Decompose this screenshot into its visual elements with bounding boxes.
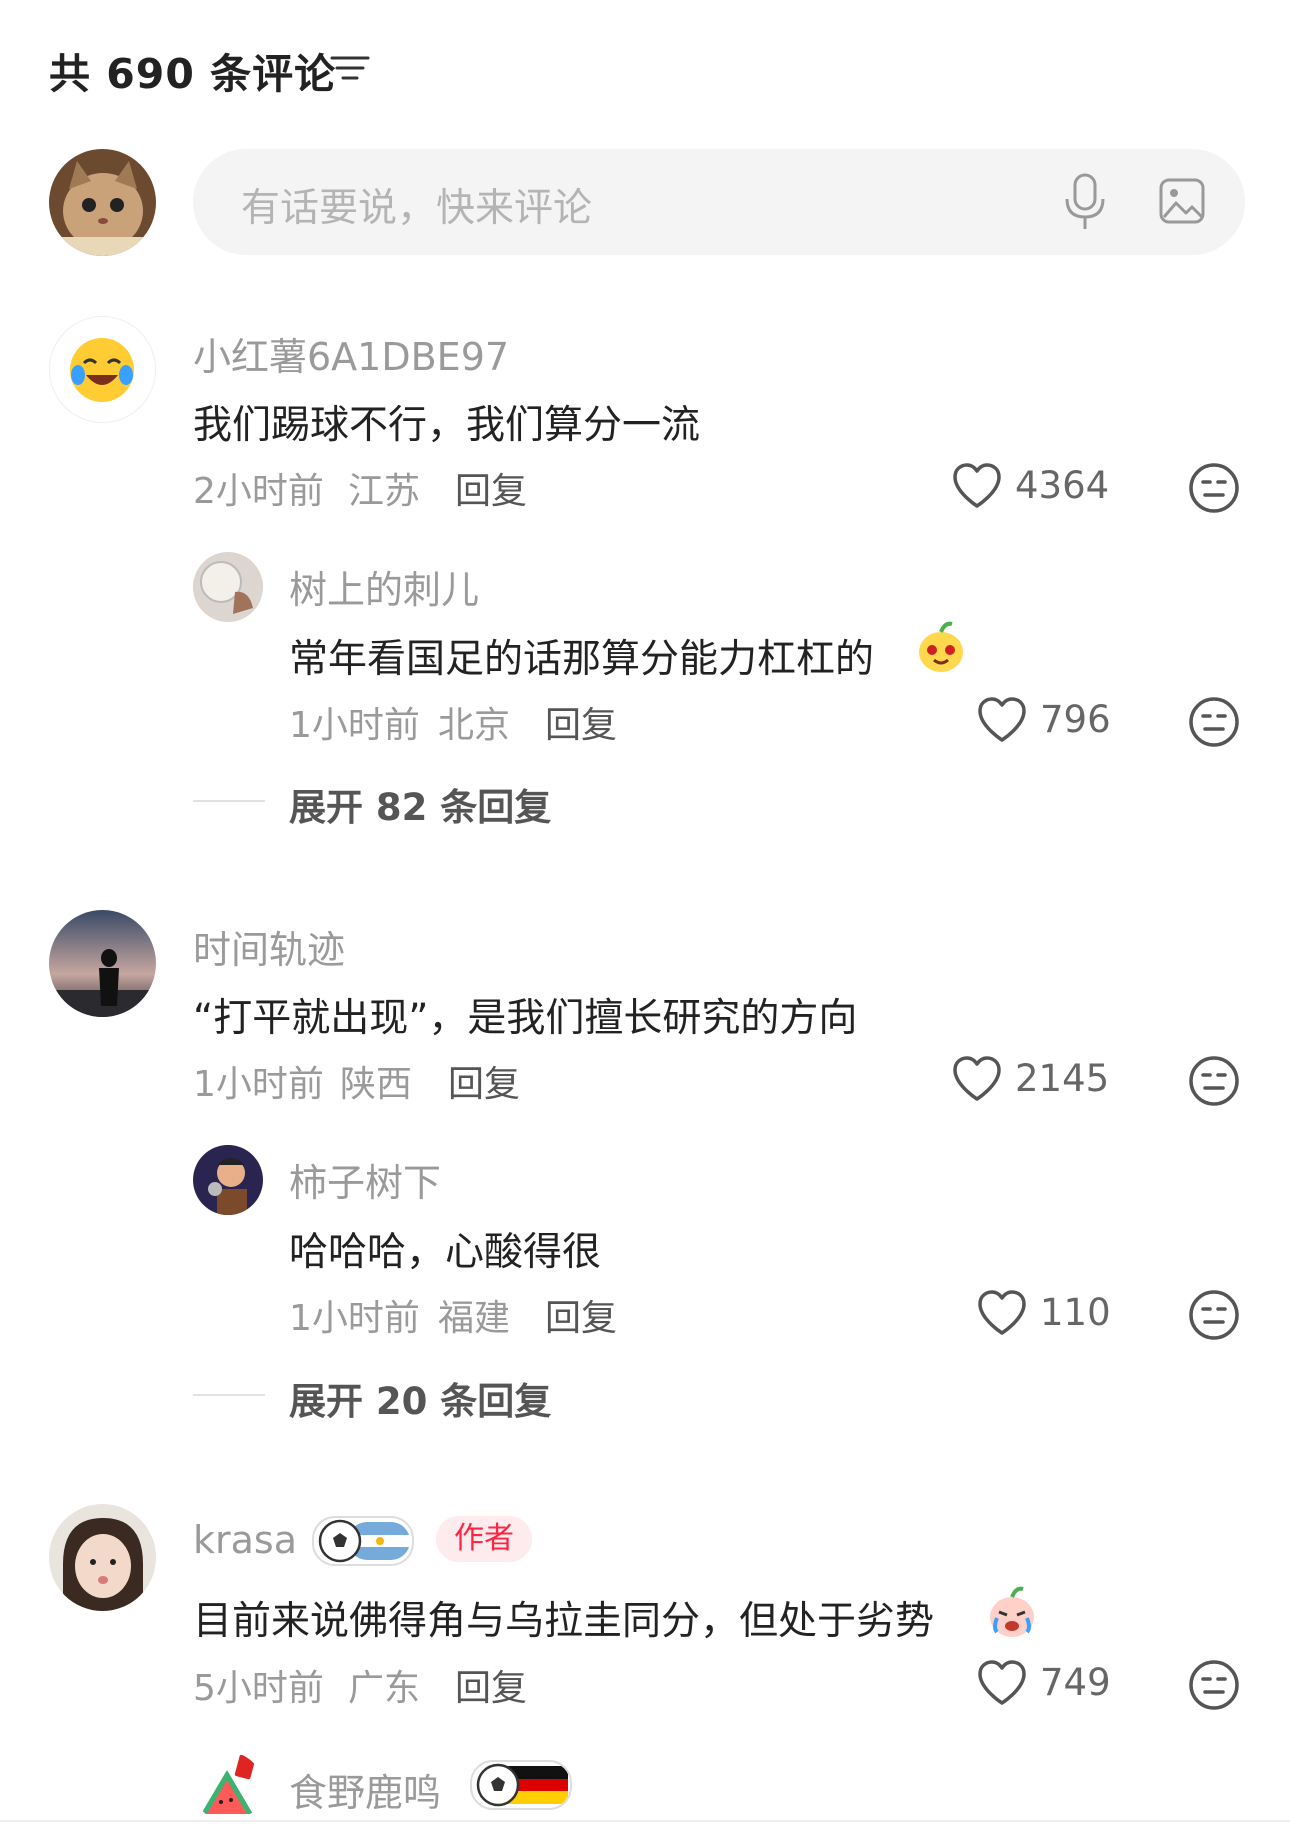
comment-author-name[interactable]: krasa bbox=[193, 1518, 297, 1562]
reply-author-name[interactable]: 树上的刺儿 bbox=[289, 559, 479, 614]
comment-text: 目前来说佛得角与乌拉圭同分，但处于劣势 bbox=[193, 1599, 935, 1644]
reply-time: 1小时前 bbox=[289, 1298, 420, 1339]
comment-author-name[interactable]: 时间轨迹 bbox=[193, 919, 345, 974]
dislike-face-icon[interactable] bbox=[1188, 462, 1240, 514]
reply-button[interactable]: 回复 bbox=[545, 696, 617, 748]
like-count: 2145 bbox=[1015, 1057, 1110, 1100]
comment-author-name[interactable]: 食野鹿鸣 bbox=[289, 1762, 441, 1817]
microphone-icon[interactable] bbox=[1063, 173, 1107, 231]
bottom-divider bbox=[0, 1820, 1290, 1822]
image-icon[interactable] bbox=[1158, 177, 1206, 225]
author-badge: 作者 bbox=[436, 1516, 532, 1562]
heart-icon[interactable] bbox=[976, 1659, 1028, 1707]
avatar[interactable] bbox=[193, 1752, 263, 1822]
like-count: 4364 bbox=[1015, 464, 1110, 507]
comment-time: 2小时前 bbox=[193, 471, 324, 512]
comment-time: 5小时前 bbox=[193, 1668, 324, 1709]
my-avatar[interactable] bbox=[49, 149, 156, 256]
dislike-face-icon[interactable] bbox=[1188, 1659, 1240, 1711]
reply-text: 常年看国足的话那算分能力杠杠的 bbox=[289, 637, 875, 682]
expand-replies-button[interactable]: 展开 82 条回复 bbox=[289, 777, 551, 831]
football-argentina-badge bbox=[312, 1516, 414, 1566]
reply-button[interactable]: 回复 bbox=[455, 1659, 527, 1711]
like-count: 110 bbox=[1040, 1291, 1111, 1334]
comment-location: 广东 bbox=[348, 1668, 421, 1709]
reply-button[interactable]: 回复 bbox=[448, 1055, 520, 1107]
comment-text: “打平就出现”，是我们擅长研究的方向 bbox=[193, 996, 858, 1041]
football-germany-badge bbox=[470, 1760, 572, 1810]
comment-text: 我们踢球不行，我们算分一流 bbox=[193, 403, 701, 448]
expand-divider bbox=[193, 800, 265, 802]
pear-emoji-icon bbox=[919, 621, 963, 672]
heart-icon[interactable] bbox=[976, 1289, 1028, 1337]
avatar[interactable] bbox=[49, 316, 156, 423]
comment-input[interactable]: 有话要说，快来评论 bbox=[193, 149, 1245, 255]
reply-button[interactable]: 回复 bbox=[455, 462, 527, 514]
like-count: 749 bbox=[1040, 1661, 1111, 1704]
reply-location: 福建 bbox=[438, 1298, 511, 1339]
reply-time: 1小时前 bbox=[289, 705, 420, 746]
reply-author-name[interactable]: 柿子树下 bbox=[289, 1152, 441, 1207]
comment-location: 江苏 bbox=[348, 471, 421, 512]
reply-button[interactable]: 回复 bbox=[545, 1289, 617, 1341]
crying-pear-emoji-icon bbox=[990, 1586, 1034, 1637]
comment-location: 陕西 bbox=[340, 1064, 413, 1105]
comment-author-name[interactable]: 小红薯6A1DBE97 bbox=[193, 326, 509, 381]
heart-icon[interactable] bbox=[976, 696, 1028, 744]
comments-count-title: 共 690 条评论 bbox=[49, 50, 337, 98]
avatar[interactable] bbox=[49, 910, 156, 1017]
reply-location: 北京 bbox=[438, 705, 511, 746]
comment-time: 1小时前 bbox=[193, 1064, 324, 1105]
expand-divider bbox=[193, 1394, 265, 1396]
like-count: 796 bbox=[1040, 698, 1111, 741]
avatar[interactable] bbox=[193, 552, 263, 622]
heart-icon[interactable] bbox=[951, 462, 1003, 510]
reply-text: 哈哈哈，心酸得很 bbox=[289, 1230, 602, 1275]
dislike-face-icon[interactable] bbox=[1188, 1055, 1240, 1107]
dislike-face-icon[interactable] bbox=[1188, 1289, 1240, 1341]
avatar[interactable] bbox=[193, 1145, 263, 1215]
comment-input-placeholder: 有话要说，快来评论 bbox=[241, 186, 593, 231]
dislike-face-icon[interactable] bbox=[1188, 696, 1240, 748]
expand-replies-button[interactable]: 展开 20 条回复 bbox=[289, 1371, 551, 1425]
heart-icon[interactable] bbox=[951, 1055, 1003, 1103]
filter-icon[interactable] bbox=[330, 52, 370, 84]
avatar[interactable] bbox=[49, 1504, 156, 1611]
